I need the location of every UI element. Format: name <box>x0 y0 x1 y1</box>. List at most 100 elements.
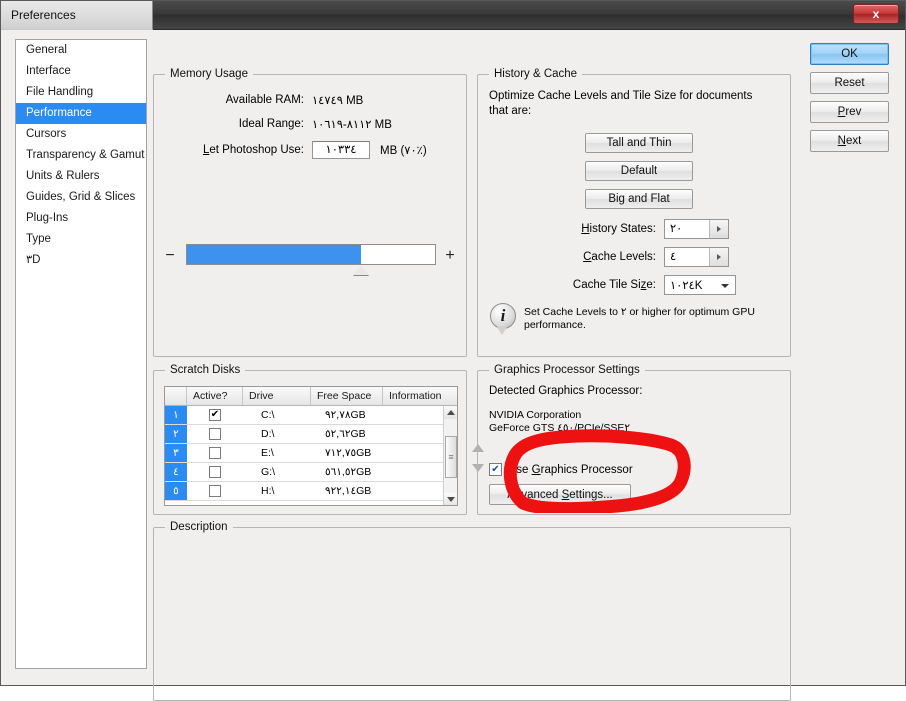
description-group: Description <box>153 521 791 701</box>
cache-tile-size-value: ١٠٢٤K <box>670 280 703 292</box>
column-header-drive[interactable]: Drive <box>243 387 311 405</box>
row-index: ٢ <box>165 425 187 443</box>
big-and-flat-button[interactable]: Big and Flat <box>585 189 693 209</box>
sidebar-item-file-handling[interactable]: File Handling <box>16 82 146 103</box>
use-graphics-processor-checkbox[interactable]: ✔ Use Graphics Processor <box>489 463 633 476</box>
slider-increase-icon[interactable]: + <box>444 248 456 264</box>
slider-track[interactable] <box>186 244 436 265</box>
table-header-row: Active? Drive Free Space Information <box>165 387 457 406</box>
active-checkbox[interactable] <box>209 466 221 478</box>
column-header-index <box>165 387 187 405</box>
reset-button[interactable]: Reset <box>810 72 889 94</box>
table-row[interactable]: ١ ✔ C:\ ٩٢,٧٨GB <box>165 406 457 425</box>
chevron-down-icon[interactable] <box>721 284 729 288</box>
sidebar-item-units-rulers[interactable]: Units & Rulers <box>16 166 146 187</box>
row-drive: G:\ <box>261 466 276 478</box>
row-active-cell[interactable] <box>187 425 243 443</box>
table-row[interactable]: ٤ G:\ ٥٦١,٥٢GB <box>165 463 457 482</box>
row-information <box>383 463 443 481</box>
sidebar-item-label: Interface <box>26 65 71 77</box>
table-row[interactable]: ٥ H:\ ٩٢٢,١٤GB <box>165 482 457 501</box>
title-bar: Preferences x <box>1 1 905 30</box>
sidebar-item-label: ٣D <box>26 254 41 266</box>
row-free-space: ٥٦١,٥٢GB <box>325 466 372 478</box>
detected-gpu-label: Detected Graphics Processor: <box>489 385 643 397</box>
prev-button[interactable]: Prev <box>810 101 889 123</box>
row-free-space: ٧١٢,٧٥GB <box>325 447 372 459</box>
sidebar-item-interface[interactable]: Interface <box>16 61 146 82</box>
sidebar-item-label: Units & Rulers <box>26 170 100 182</box>
active-checkbox[interactable] <box>209 485 221 497</box>
row-information <box>383 406 443 424</box>
cache-levels-label: Cache Levels: <box>583 251 656 263</box>
column-header-information[interactable]: Information <box>383 387 443 405</box>
table-row[interactable]: ٣ E:\ ٧١٢,٧٥GB <box>165 444 457 463</box>
slider-thumb[interactable] <box>353 266 369 275</box>
scratch-disks-title: Scratch Disks <box>165 364 246 376</box>
available-ram-value: ١٤٧٤٩ MB <box>312 95 364 107</box>
row-information <box>383 482 443 500</box>
close-icon[interactable]: x <box>853 4 899 24</box>
ideal-range-value: ٨١١٢-١٠٦١٩ MB <box>312 119 392 131</box>
row-index: ٤ <box>165 463 187 481</box>
row-active-cell[interactable]: ✔ <box>187 406 243 424</box>
sidebar-item-transparency-gamut[interactable]: Transparency & Gamut <box>16 145 146 166</box>
preferences-dialog: Preferences x General Interface File Han… <box>0 0 906 701</box>
advanced-settings-button[interactable]: Advanced Settings... <box>489 484 631 505</box>
ok-button[interactable]: OK <box>810 43 889 65</box>
next-label: Next <box>837 135 862 147</box>
let-photoshop-use-input[interactable]: ١٠٣٣٤ <box>312 141 370 159</box>
active-checkbox[interactable]: ✔ <box>209 409 221 421</box>
row-active-cell[interactable] <box>187 444 243 462</box>
table-row[interactable]: ٢ D:\ ٥٢,٦٢GB <box>165 425 457 444</box>
table-scrollbar[interactable] <box>443 406 457 505</box>
row-drive: D:\ <box>261 428 275 440</box>
scrollbar-up-icon[interactable] <box>444 406 457 419</box>
row-free-space: ٩٢,٧٨GB <box>325 409 366 421</box>
sidebar-item-type[interactable]: Type <box>16 229 146 250</box>
cache-levels-value[interactable]: ٤ <box>665 248 709 266</box>
row-active-cell[interactable] <box>187 482 243 500</box>
sidebar-item-guides-grid-slices[interactable]: Guides, Grid & Slices <box>16 187 146 208</box>
scratch-disks-table[interactable]: Active? Drive Free Space Information ١ ✔… <box>164 386 458 506</box>
history-states-value[interactable]: ٢٠ <box>665 220 709 238</box>
column-header-free-space[interactable]: Free Space <box>311 387 383 405</box>
available-ram-row: Available RAM: ١٤٧٤٩ MB <box>154 93 444 107</box>
sidebar-item-general[interactable]: General <box>16 40 146 61</box>
checkbox-check-icon: ✔ <box>489 463 502 476</box>
active-checkbox[interactable] <box>209 428 221 440</box>
row-active-cell[interactable] <box>187 463 243 481</box>
history-states-stepper-icon[interactable] <box>709 220 728 238</box>
sidebar-item-label: Performance <box>26 107 92 119</box>
sidebar-item-cursors[interactable]: Cursors <box>16 124 146 145</box>
cache-levels-spinner[interactable]: ٤ <box>664 247 729 267</box>
default-button[interactable]: Default <box>585 161 693 181</box>
tall-and-thin-button[interactable]: Tall and Thin <box>585 133 693 153</box>
sidebar-item-label: General <box>26 44 67 56</box>
history-states-row: History States: ٢٠ <box>490 219 729 239</box>
history-states-label: History States: <box>581 223 656 235</box>
ideal-range-label: Ideal Range: <box>238 118 304 130</box>
gpu-vendor: NVIDIA Corporation <box>489 409 582 421</box>
cache-levels-stepper-icon[interactable] <box>709 248 728 266</box>
sidebar-item-3d[interactable]: ٣D <box>16 250 146 271</box>
sidebar-item-performance[interactable]: Performance <box>16 103 146 124</box>
graphics-processor-title: Graphics Processor Settings <box>489 364 645 376</box>
history-states-spinner[interactable]: ٢٠ <box>664 219 729 239</box>
next-button[interactable]: Next <box>810 130 889 152</box>
active-checkbox[interactable] <box>209 447 221 459</box>
sidebar-item-label: Plug-Ins <box>26 212 69 224</box>
preferences-category-list[interactable]: General Interface File Handling Performa… <box>15 39 147 669</box>
memory-slider[interactable]: − + <box>164 240 456 284</box>
cache-levels-row: Cache Levels: ٤ <box>490 247 729 267</box>
cache-info-text: Set Cache Levels to ٢ or higher for opti… <box>524 306 755 331</box>
slider-decrease-icon[interactable]: − <box>164 248 176 264</box>
scrollbar-down-icon[interactable] <box>444 493 457 505</box>
sidebar-item-plug-ins[interactable]: Plug-Ins <box>16 208 146 229</box>
available-ram-label: Available RAM: <box>225 94 304 106</box>
cache-tile-size-select[interactable]: ١٠٢٤K <box>664 275 736 295</box>
scrollbar-thumb[interactable] <box>445 436 457 478</box>
column-header-active[interactable]: Active? <box>187 387 243 405</box>
row-drive: H:\ <box>261 485 275 497</box>
row-information <box>383 444 443 462</box>
